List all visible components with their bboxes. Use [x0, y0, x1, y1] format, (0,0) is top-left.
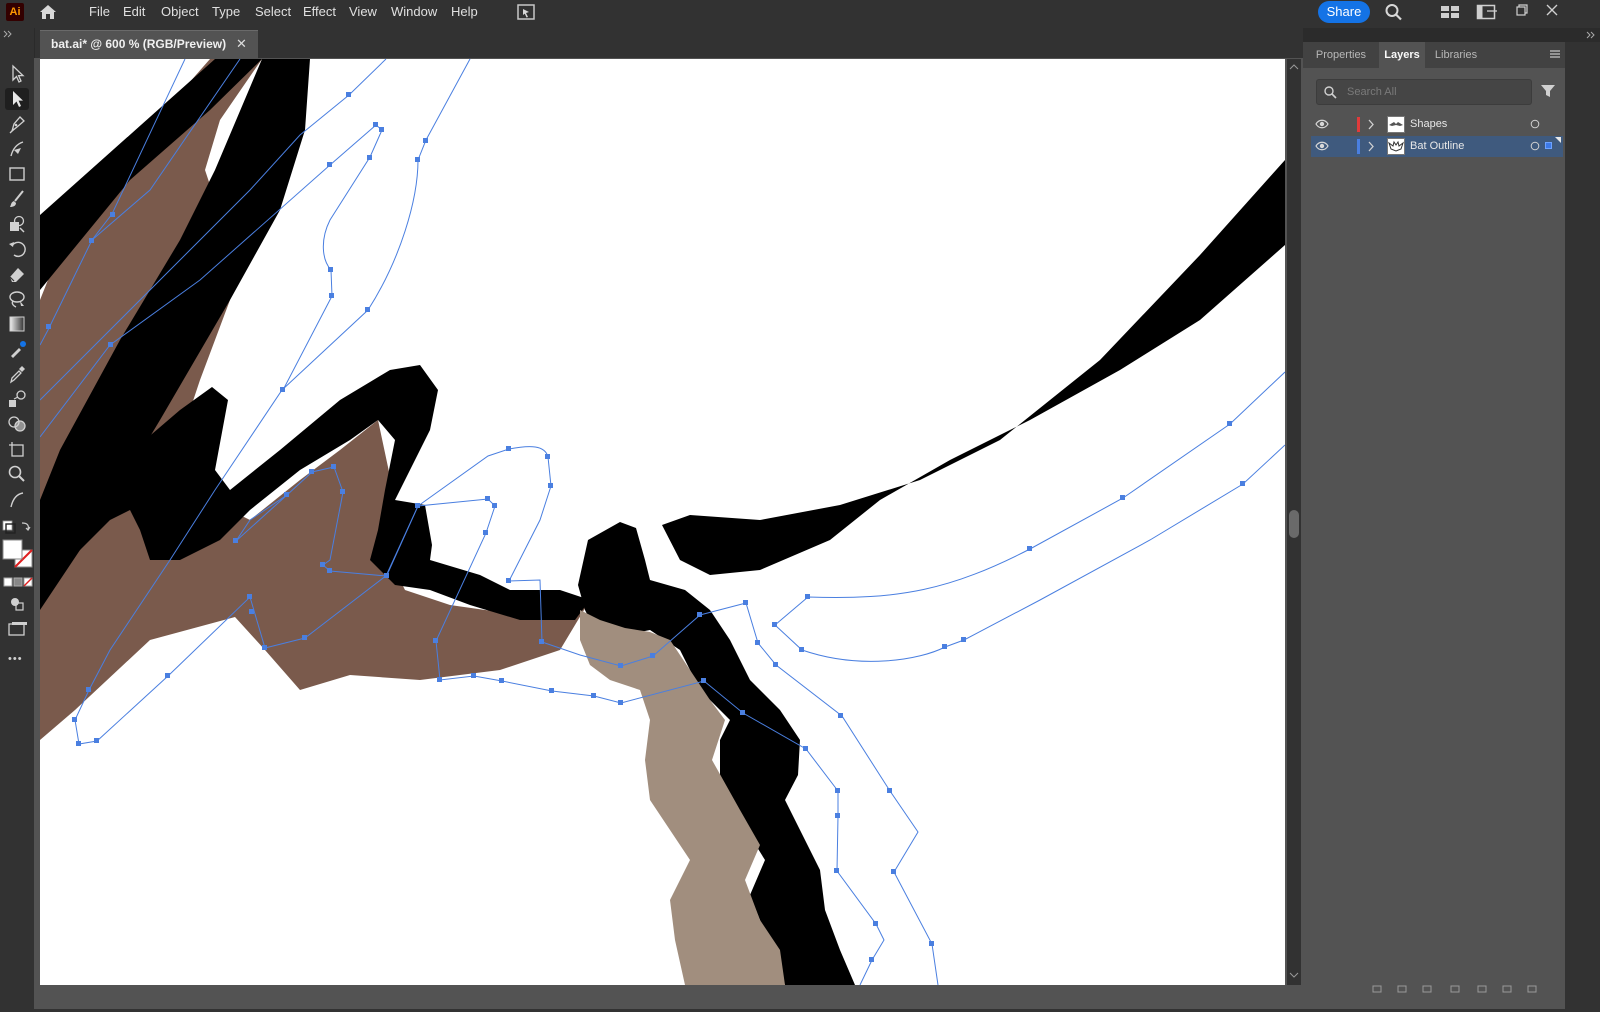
selected-art-corner-icon [1555, 137, 1561, 143]
gradient-tool[interactable] [5, 313, 29, 335]
document-tab[interactable]: bat.ai* @ 600 % (RGB/Preview) ✕ [40, 30, 258, 59]
pen-tool[interactable] [5, 113, 29, 135]
rotate-tool[interactable] [5, 238, 29, 260]
home-icon[interactable] [38, 3, 58, 21]
selection-indicator[interactable] [1545, 142, 1552, 149]
lasso-tool[interactable] [5, 288, 29, 310]
menu-object[interactable]: Object [161, 3, 199, 21]
menu-effect[interactable]: Effect [303, 3, 336, 21]
eyedropper-tool[interactable] [5, 363, 29, 385]
dock-header [1303, 28, 1600, 42]
panel-edge [1565, 42, 1600, 1009]
menu-select[interactable]: Select [255, 3, 291, 21]
scroll-down-icon[interactable] [1289, 971, 1299, 979]
artboard[interactable] [40, 59, 1285, 985]
visibility-eye-icon[interactable] [1315, 140, 1329, 152]
black-wing-arc [662, 160, 1285, 575]
rectangle-tool[interactable] [5, 163, 29, 185]
layers-footer-icons[interactable] [1303, 983, 1565, 1009]
menu-view[interactable]: View [349, 3, 377, 21]
layer-row-bat-outline[interactable]: Bat Outline [1311, 136, 1563, 157]
restore-icon[interactable] [1508, 0, 1536, 22]
width-tool[interactable] [5, 488, 29, 510]
layers-search-input[interactable] [1345, 82, 1529, 102]
blend-tool[interactable] [5, 388, 29, 410]
layer-name[interactable]: Bat Outline [1410, 140, 1464, 152]
close-tab-icon[interactable]: ✕ [236, 36, 250, 52]
layer-color-indicator [1357, 139, 1360, 154]
illustrator-logo: Ai [6, 3, 24, 21]
layer-thumbnail [1387, 138, 1405, 155]
search-icon [1323, 85, 1337, 99]
panel-menu-icon[interactable] [1548, 47, 1562, 61]
direct-selection-tool[interactable] [5, 88, 29, 110]
visibility-eye-icon[interactable] [1315, 118, 1329, 130]
selection-tool[interactable] [5, 63, 29, 85]
scroll-up-icon[interactable] [1289, 63, 1299, 71]
mesh-eyedropper-tool[interactable] [5, 338, 29, 360]
menu-window[interactable]: Window [391, 3, 437, 21]
menu-file[interactable]: File [89, 3, 110, 21]
target-circle-icon[interactable] [1530, 119, 1540, 129]
collapse-dock-icon[interactable] [1585, 30, 1597, 40]
search-icon[interactable] [1384, 3, 1404, 21]
color-mode-buttons[interactable] [3, 577, 33, 587]
document-tab-title: bat.ai* @ 600 % (RGB/Preview) [51, 37, 227, 51]
target-circle-icon[interactable] [1530, 141, 1540, 151]
shaper-tool[interactable] [5, 213, 29, 235]
layers-search-box[interactable] [1316, 79, 1532, 105]
collapse-toolbar-icon[interactable] [2, 29, 14, 39]
layers-panel-footer [1303, 983, 1565, 1009]
chevron-right-icon[interactable] [1366, 141, 1376, 152]
curvature-tool[interactable] [5, 138, 29, 160]
layer-thumbnail [1387, 116, 1405, 133]
eraser-tool[interactable] [5, 263, 29, 285]
menu-help[interactable]: Help [451, 3, 478, 21]
drawing-mode-icon[interactable] [5, 593, 29, 615]
filter-icon[interactable] [1540, 83, 1556, 99]
close-window-icon[interactable] [1538, 0, 1566, 22]
tab-properties[interactable]: Properties [1303, 42, 1379, 68]
layer-color-indicator [1357, 117, 1360, 132]
tab-libraries[interactable]: Libraries [1425, 42, 1487, 68]
tab-layers[interactable]: Layers [1379, 42, 1425, 68]
screen-mode-icon[interactable] [5, 618, 29, 640]
workspace-switcher-icon[interactable] [1440, 4, 1460, 20]
more-tools-icon[interactable]: ••• [8, 653, 23, 665]
fill-stroke-swatches[interactable] [2, 520, 34, 575]
paintbrush-tool[interactable] [5, 188, 29, 210]
layers-panel [1303, 42, 1565, 1009]
shape-builder-tool[interactable] [5, 413, 29, 435]
zoom-tool[interactable] [5, 463, 29, 485]
scrollbar-thumb[interactable] [1289, 510, 1299, 538]
layer-row-shapes[interactable]: Shapes [1311, 114, 1563, 135]
arrange-documents-icon[interactable] [516, 3, 536, 21]
share-button[interactable]: Share [1318, 1, 1370, 23]
layer-name[interactable]: Shapes [1410, 118, 1447, 130]
chevron-right-icon[interactable] [1366, 119, 1376, 130]
menu-edit[interactable]: Edit [123, 3, 145, 21]
minimize-icon[interactable] [1478, 0, 1506, 22]
artboard-tool[interactable] [5, 438, 29, 460]
menu-type[interactable]: Type [212, 3, 240, 21]
bat-artwork[interactable] [40, 59, 1285, 985]
